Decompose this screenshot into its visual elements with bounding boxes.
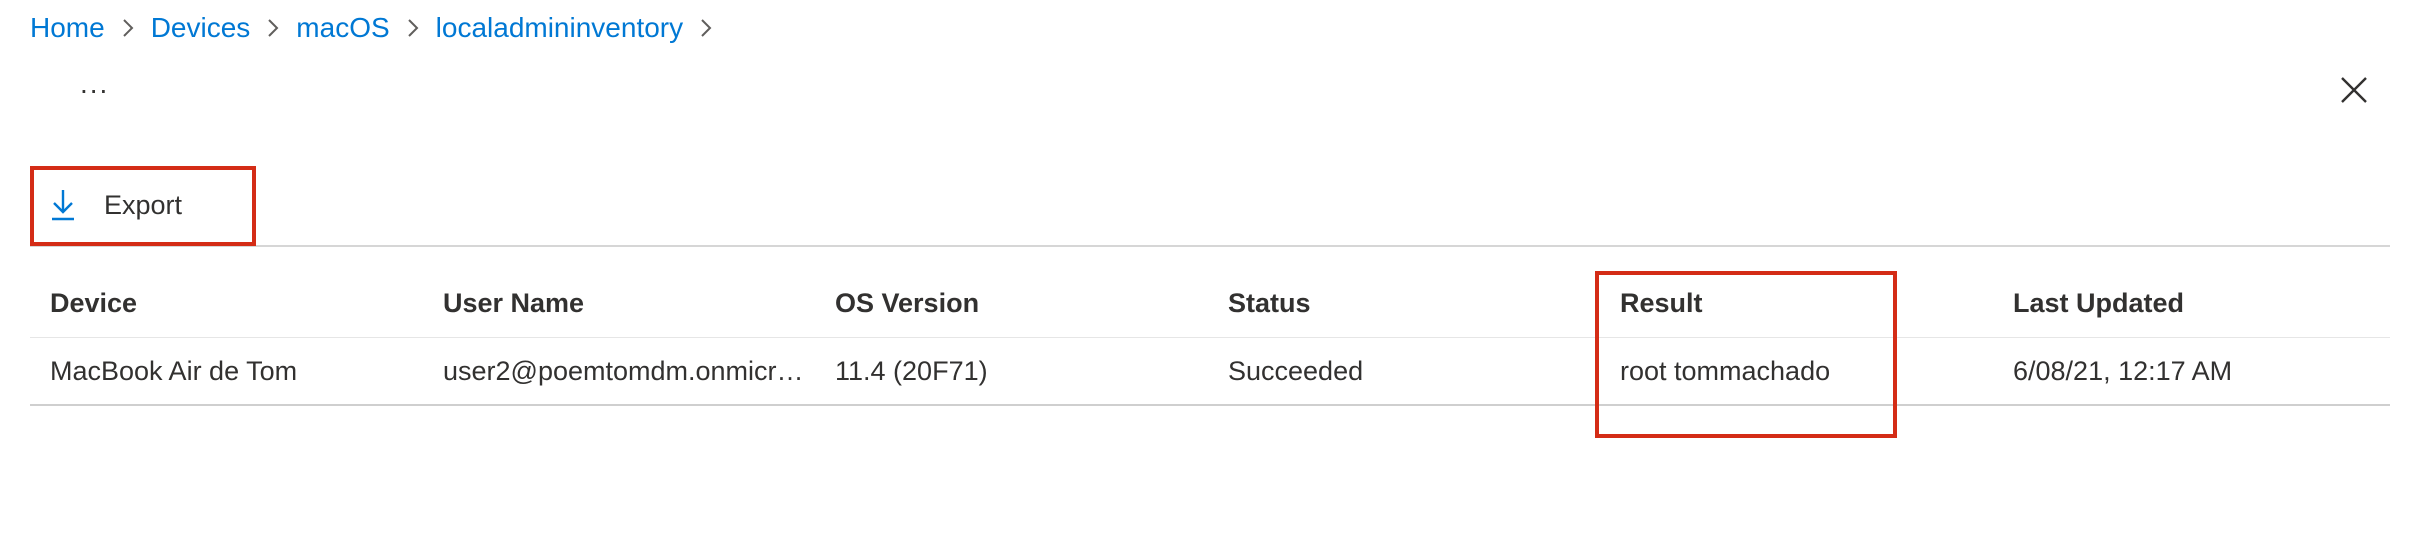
chevron-right-icon: [105, 8, 151, 48]
export-button[interactable]: Export: [30, 166, 250, 244]
breadcrumb-devices[interactable]: Devices: [151, 12, 251, 44]
cell-device: MacBook Air de Tom: [50, 355, 298, 386]
command-bar: Export: [30, 166, 2390, 247]
cell-os-version: 11.4 (20F71): [835, 355, 988, 386]
inventory-table: Device User Name OS Version Status Resul…: [30, 270, 2390, 406]
download-icon: [50, 188, 78, 222]
cell-last-updated: 6/08/21, 12:17 AM: [2013, 355, 2233, 386]
chevron-right-icon: [250, 8, 296, 48]
column-header-result[interactable]: Result: [1600, 288, 1993, 319]
breadcrumb-home[interactable]: Home: [30, 12, 105, 44]
chevron-right-icon: [390, 8, 436, 48]
breadcrumb-macos[interactable]: macOS: [296, 12, 389, 44]
column-header-device[interactable]: Device: [30, 288, 423, 319]
more-options-button[interactable]: ...: [80, 68, 109, 100]
close-icon: [2340, 76, 2368, 109]
cell-status: Succeeded: [1228, 355, 1364, 386]
breadcrumb-localadmininventory[interactable]: localadmininventory: [436, 12, 683, 44]
export-label: Export: [104, 189, 183, 220]
column-header-user-name[interactable]: User Name: [423, 288, 815, 319]
column-header-last-updated[interactable]: Last Updated: [1993, 288, 2390, 319]
close-button[interactable]: [2336, 74, 2372, 110]
cell-user-name: user2@poemtomdm.onmicros...: [443, 355, 815, 386]
column-header-status[interactable]: Status: [1208, 288, 1600, 319]
table-header-row: Device User Name OS Version Status Resul…: [30, 270, 2390, 338]
cell-result: root tommachado: [1620, 355, 1831, 386]
breadcrumb: Home Devices macOS localadmininventory: [30, 8, 729, 48]
table-row[interactable]: MacBook Air de Tom user2@poemtomdm.onmic…: [30, 338, 2390, 406]
column-header-os-version[interactable]: OS Version: [815, 288, 1208, 319]
chevron-right-icon: [683, 8, 729, 48]
